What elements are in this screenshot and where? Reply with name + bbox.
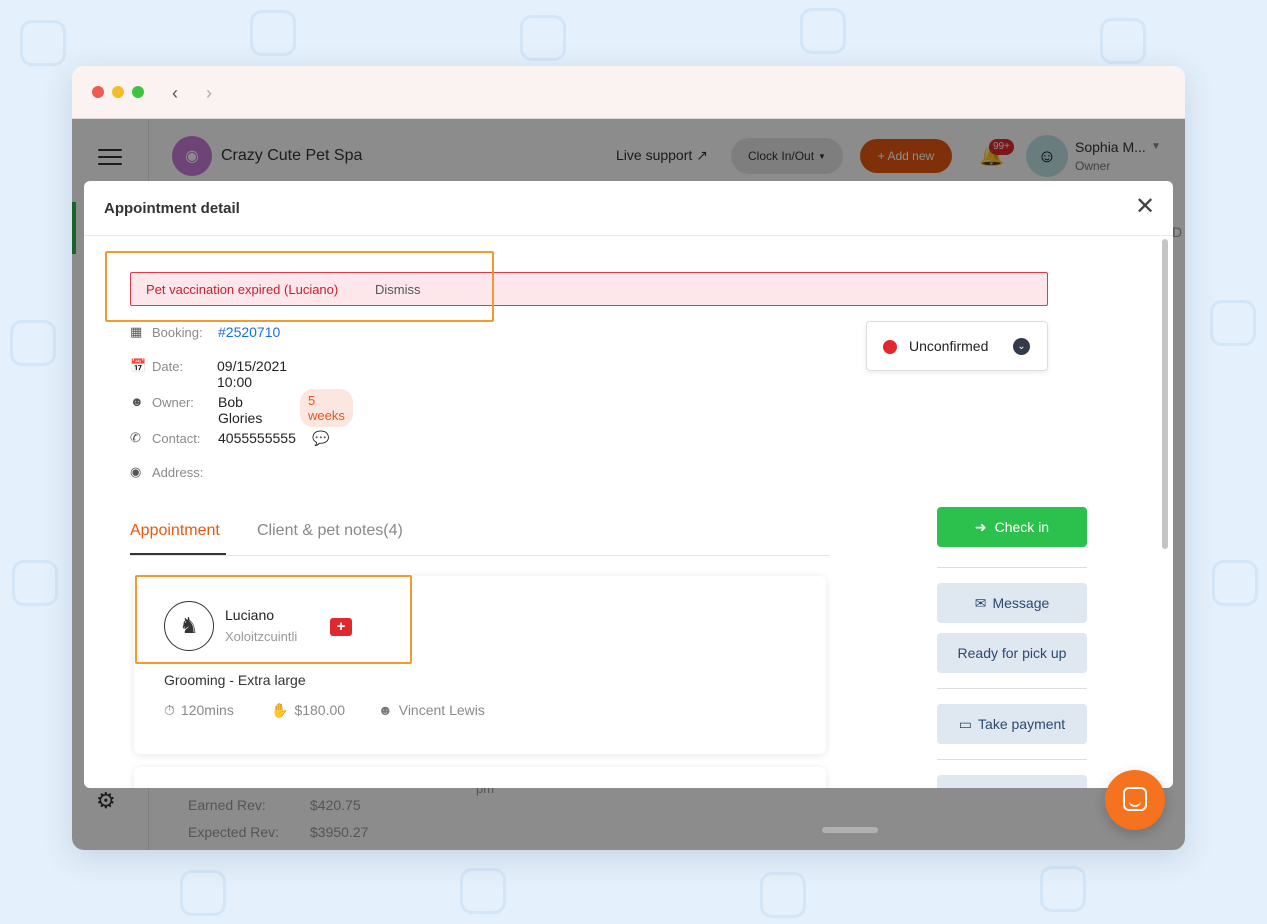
calendar-horizontal-scrollbar[interactable] [822,827,878,833]
expected-rev-label: Expected Rev: [188,824,280,840]
chat-bubble-icon[interactable]: 💬 [312,430,329,447]
staff: ☻ Vincent Lewis [378,702,485,718]
staff-name: Vincent Lewis [398,702,485,718]
close-icon[interactable]: ✕ [1135,195,1155,219]
message-button[interactable]: ✉ Message [937,583,1087,623]
second-service-card [134,767,826,788]
action-divider [937,567,1087,568]
booking-table-icon: ▦ [130,324,143,339]
alert-highlight-box [105,251,494,322]
modal-header: Appointment detail ✕ [84,181,1173,236]
owner-label: Owner: [152,395,194,410]
phone-icon: ✆ [130,430,141,445]
action-divider [937,759,1087,760]
support-chat-button[interactable] [1105,770,1165,830]
more-action-button[interactable] [937,775,1087,788]
date-value: 09/15/2021 10:00 [217,358,288,390]
maximize-window-button[interactable] [132,86,144,98]
owner-frequency-badge: 5 weeks [300,389,353,427]
take-payment-button[interactable]: ▭ Take payment [937,704,1087,744]
person-icon: ☻ [378,702,393,718]
take-payment-label: Take payment [978,716,1066,732]
service-name: Grooming - Extra large [164,672,306,688]
price-value: $180.00 [294,702,346,718]
appointment-detail-modal: Appointment detail ✕ Pet vaccination exp… [84,181,1173,788]
date-label: Date: [152,359,184,374]
message-icon: ✉ [974,594,987,611]
status-label: Unconfirmed [909,338,989,354]
tab-active-underline [130,553,226,555]
close-window-button[interactable] [92,86,104,98]
check-in-label: Check in [994,519,1050,535]
message-label: Message [992,595,1050,611]
earned-rev-label: Earned Rev: [188,797,266,813]
modal-scrollbar[interactable] [1162,239,1168,549]
pet-highlight-box [135,575,412,664]
tab-client-pet-notes[interactable]: Client & pet notes(4) [257,522,403,540]
check-in-button[interactable]: ➜ Check in [937,507,1087,547]
status-dot [883,340,897,354]
duration: ⏱ 120mins [164,702,234,719]
minimize-window-button[interactable] [112,86,124,98]
sign-in-icon: ➜ [974,518,987,535]
status-dropdown[interactable]: Unconfirmed ⌄ [866,321,1048,371]
calendar-icon: 📅 [130,358,147,373]
chevron-down-icon: ⌄ [1013,338,1030,355]
tabs: Appointment Client & pet notes(4) [130,511,830,556]
chevron-right-icon[interactable]: › [206,83,212,104]
action-divider [937,688,1087,689]
price: ✋ $180.00 [271,702,345,719]
tab-appointment[interactable]: Appointment [130,522,220,540]
window-titlebar: ‹ › [72,66,1185,119]
modal-title: Appointment detail [104,200,240,217]
location-pin-icon: ◉ [130,464,142,479]
stopwatch-icon: ⏱ [164,702,175,718]
booking-number-link[interactable]: #2520710 [218,324,280,340]
contact-label: Contact: [152,431,201,446]
ready-for-pickup-button[interactable]: Ready for pick up [937,633,1087,673]
credit-card-icon: ▭ [958,715,973,732]
money-hand-icon: ✋ [271,702,289,718]
earned-rev-value: $420.75 [310,797,361,813]
expected-rev-value: $3950.27 [310,824,369,840]
chevron-left-icon[interactable]: ‹ [172,83,178,104]
duration-value: 120mins [180,702,234,718]
contact-value: 4055555555 [218,430,296,446]
owner-name-link[interactable]: Bob Glories [218,394,262,426]
cut-off-text: D [1172,224,1183,240]
person-icon: ☻ [130,394,144,409]
booking-label: Booking: [152,325,203,340]
chat-icon [1123,787,1147,811]
address-label: Address: [152,465,204,480]
